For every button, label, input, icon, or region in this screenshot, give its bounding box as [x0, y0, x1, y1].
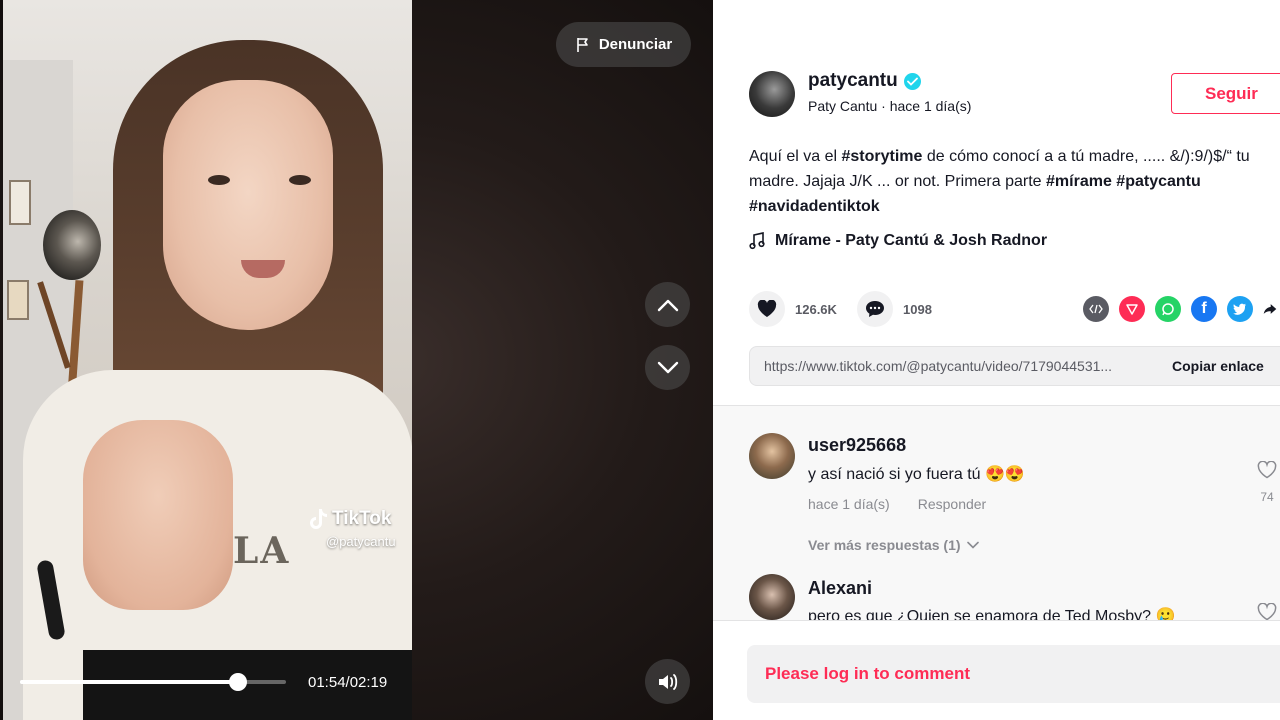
like-button[interactable]	[749, 291, 785, 327]
comment-time: hace 1 día(s)	[808, 496, 890, 512]
info-panel: patycantu Paty Cantu · hace 1 día(s) Seg…	[713, 0, 1280, 720]
report-label: Denunciar	[598, 36, 673, 53]
login-to-comment[interactable]: Please log in to comment	[747, 645, 1280, 703]
author-username-row[interactable]: patycantu	[808, 70, 921, 92]
report-button[interactable]: Denunciar	[556, 22, 691, 67]
chevron-up-icon	[657, 299, 678, 311]
music-note-icon	[749, 232, 765, 250]
video-panel: LA TikTok @patycantu Denunciar 01:54/02:…	[0, 0, 713, 720]
view-more-replies-label[interactable]: Ver más respuestas (1)	[808, 537, 961, 553]
author-subline: Paty Cantu · hace 1 día(s)	[808, 98, 972, 114]
embed-icon[interactable]	[1083, 296, 1109, 322]
shirt-print: LA	[233, 530, 291, 572]
next-video-button[interactable]	[645, 345, 690, 390]
music-row[interactable]: Mírame - Paty Cantú & Josh Radnor	[749, 232, 1047, 250]
follow-button[interactable]: Seguir	[1171, 73, 1280, 114]
comment-bubble-icon	[866, 301, 884, 317]
comment-like-count: 74	[1260, 490, 1274, 504]
facebook-icon[interactable]: f	[1191, 296, 1217, 322]
comment-button[interactable]	[857, 291, 893, 327]
music-title[interactable]: Mírame - Paty Cantú & Josh Radnor	[775, 232, 1047, 250]
tiktok-video-page: LA TikTok @patycantu Denunciar 01:54/02:…	[0, 0, 1280, 720]
reply-button[interactable]: Responder	[918, 496, 987, 512]
comment-count: 1098	[903, 301, 932, 317]
hashtag-link[interactable]: #patycantu	[1116, 173, 1200, 190]
author-username[interactable]: patycantu	[808, 70, 898, 92]
like-action[interactable]: 126.6K	[749, 291, 837, 327]
comment-action[interactable]: 1098	[857, 291, 932, 327]
description-text: Aquí el va el	[749, 148, 842, 165]
video-time: 01:54/02:19	[308, 673, 388, 691]
comments-list[interactable]: user925668 y así nació si yo fuera tú 😍😍…	[713, 405, 1280, 620]
video-player[interactable]: LA TikTok @patycantu	[3, 0, 412, 720]
person-eye	[208, 175, 230, 185]
comment-like[interactable]	[1252, 602, 1280, 620]
heart-icon	[757, 300, 777, 317]
volume-icon	[658, 673, 677, 690]
hashtag-link[interactable]: #storytime	[842, 148, 923, 165]
author-avatar[interactable]	[749, 71, 795, 117]
hashtag-link[interactable]: #mírame	[1046, 173, 1112, 190]
studio-lamp	[43, 210, 101, 280]
chevron-down-icon	[657, 361, 678, 373]
view-more-replies[interactable]: Ver más respuestas (1)	[808, 537, 979, 553]
verified-badge-icon	[903, 72, 921, 90]
person-face	[163, 80, 333, 330]
comment-input-bar: Please log in to comment	[713, 620, 1280, 720]
tiktok-note-icon	[310, 509, 327, 529]
comment-meta: hace 1 día(s) Responder	[808, 496, 986, 512]
share-icons: f	[1083, 296, 1277, 322]
progress-handle[interactable]	[229, 673, 248, 691]
progress-track[interactable]	[20, 673, 286, 691]
person-eye	[289, 175, 311, 185]
heart-outline-icon	[1257, 602, 1277, 620]
comment-username[interactable]: user925668	[808, 435, 906, 456]
person-hand	[83, 420, 233, 610]
tiktok-watermark: TikTok @patycantu	[308, 508, 396, 549]
comment-avatar[interactable]	[749, 433, 795, 479]
twitter-icon[interactable]	[1227, 296, 1253, 322]
watermark-user: @patycantu	[326, 534, 396, 549]
send-icon[interactable]	[1119, 296, 1145, 322]
copy-link-button[interactable]: Copiar enlace	[1172, 358, 1264, 374]
wall-frame	[7, 280, 29, 320]
share-arrow-icon[interactable]	[1263, 296, 1277, 322]
previous-video-button[interactable]	[645, 282, 690, 327]
wall-frame	[9, 180, 31, 225]
check-icon	[906, 77, 918, 86]
volume-button[interactable]	[645, 659, 690, 704]
watermark-brand: TikTok	[332, 508, 392, 529]
progress-fill	[20, 680, 239, 684]
heart-outline-icon	[1257, 460, 1277, 479]
comment-text: pero es que ¿Quien se enamora de Ted Mos…	[808, 608, 1176, 620]
like-count: 126.6K	[795, 301, 837, 317]
flag-icon	[577, 37, 588, 52]
comment-text: y así nació si yo fuera tú 😍😍	[808, 466, 1025, 483]
comment-avatar[interactable]	[749, 574, 795, 620]
comment-username[interactable]: Alexani	[808, 578, 872, 599]
hashtag-link[interactable]: #navidadentiktok	[749, 198, 880, 215]
whatsapp-icon[interactable]	[1155, 296, 1181, 322]
chevron-down-icon	[966, 541, 979, 549]
comment-like[interactable]: 74	[1252, 460, 1280, 504]
video-progress: 01:54/02:19	[20, 670, 400, 694]
video-link-box: https://www.tiktok.com/@patycantu/video/…	[749, 346, 1280, 386]
video-link-url[interactable]: https://www.tiktok.com/@patycantu/video/…	[764, 358, 1157, 374]
video-description: Aquí el va el #storytime de cómo conocí …	[749, 144, 1269, 219]
watermark-logo: TikTok	[308, 508, 396, 530]
